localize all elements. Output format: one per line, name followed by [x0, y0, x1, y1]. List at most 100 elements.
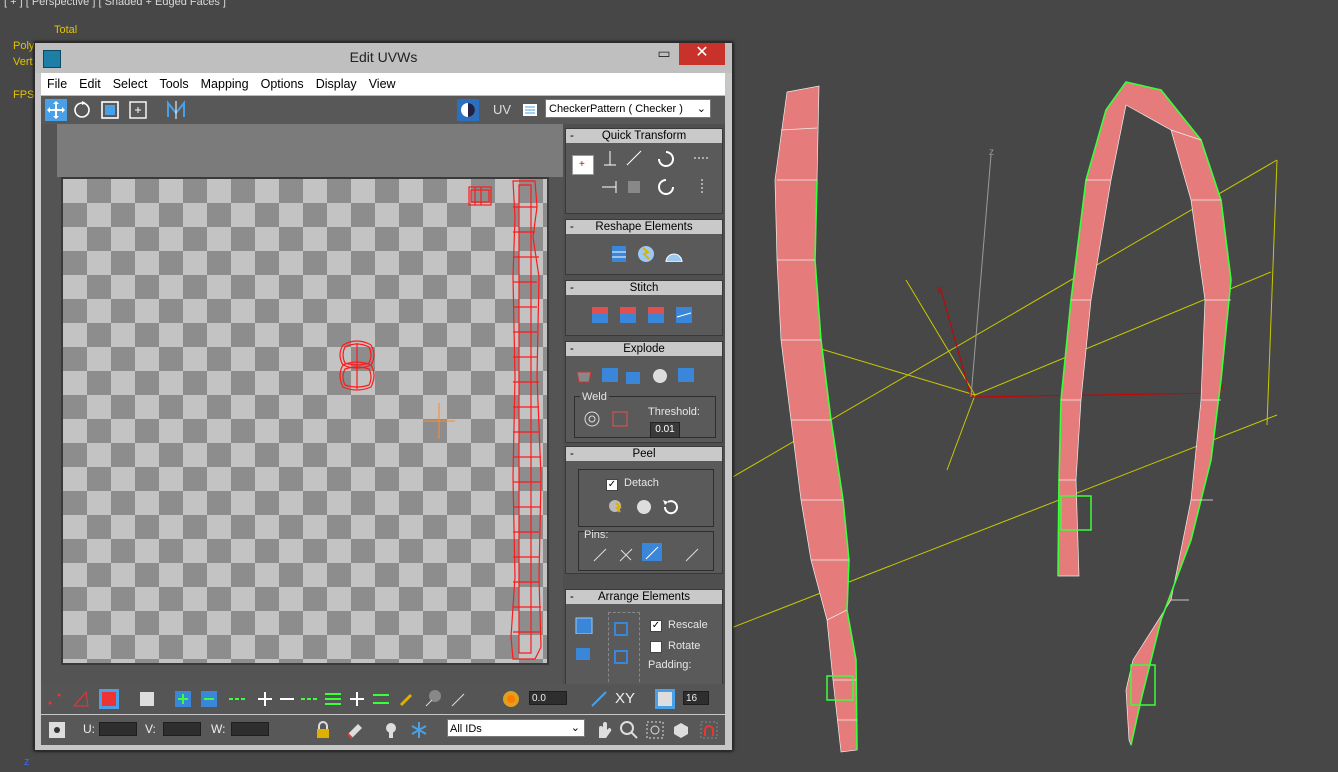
- face-mode-icon[interactable]: [99, 689, 119, 709]
- reshape-elements-header[interactable]: - Reshape Elements: [566, 220, 722, 234]
- viewport-label[interactable]: [ + ] [ Perspective ] [ Shaded + Edged F…: [4, 0, 226, 8]
- menu-mapping[interactable]: Mapping: [195, 73, 255, 95]
- weld-selected-icon[interactable]: [610, 410, 630, 428]
- show-icon[interactable]: [381, 720, 401, 740]
- soft-selection-icon[interactable]: [501, 689, 521, 709]
- grow-selection-icon[interactable]: [173, 689, 193, 709]
- freeze-icon[interactable]: [409, 720, 429, 740]
- material-id-select[interactable]: All IDs ⌄: [447, 719, 585, 737]
- align-vertical-icon[interactable]: [600, 149, 620, 167]
- pack-rescale-icon[interactable]: [612, 648, 632, 666]
- stitch-average-icon[interactable]: [618, 305, 638, 323]
- align-horizontal-icon[interactable]: [600, 177, 620, 195]
- quick-peel-icon[interactable]: [606, 497, 626, 515]
- close-button[interactable]: ✕: [679, 43, 725, 65]
- title-bar[interactable]: Edit UVWs ▭ ✕: [35, 43, 732, 73]
- u-field[interactable]: [99, 722, 137, 736]
- unpin-icon[interactable]: [616, 545, 636, 563]
- space-vertical-icon[interactable]: [692, 177, 712, 195]
- menu-view[interactable]: View: [363, 73, 402, 95]
- select-pins-icon[interactable]: [682, 545, 702, 563]
- freeform-tool[interactable]: [127, 99, 149, 121]
- explode-grid-icon[interactable]: [624, 366, 644, 384]
- shrink-loop-icon[interactable]: [277, 689, 297, 709]
- weld-target-icon[interactable]: [582, 410, 602, 428]
- rotate-90-icon[interactable]: [656, 149, 676, 167]
- sphere-icon[interactable]: [650, 366, 670, 384]
- perspective-viewport[interactable]: x y z: [731, 0, 1338, 772]
- relax-icon[interactable]: [636, 244, 656, 262]
- hide-icon[interactable]: [345, 720, 365, 740]
- straighten-icon[interactable]: [624, 177, 644, 195]
- menu-select[interactable]: Select: [107, 73, 154, 95]
- menu-edit[interactable]: Edit: [73, 73, 107, 95]
- brush-size-icon[interactable]: [423, 689, 443, 709]
- scale-tool[interactable]: [99, 99, 121, 121]
- select-ring-icon[interactable]: [371, 689, 391, 709]
- peel-mode-icon[interactable]: [634, 497, 654, 515]
- explode-islands-icon[interactable]: [676, 366, 696, 384]
- align-diagonal-icon[interactable]: [624, 149, 644, 167]
- set-pivot-button[interactable]: +: [572, 155, 594, 175]
- brush-strength-icon[interactable]: [449, 689, 469, 709]
- w-field[interactable]: [231, 722, 269, 736]
- falloff-spinner[interactable]: 0.0: [529, 691, 567, 705]
- edge-loop-icon[interactable]: [227, 689, 247, 709]
- absolute-mode-icon[interactable]: [47, 720, 67, 740]
- menu-tools[interactable]: Tools: [153, 73, 194, 95]
- quick-transform-header[interactable]: - Quick Transform: [566, 129, 722, 143]
- texture-list-button[interactable]: [519, 99, 541, 121]
- stitch-source-icon[interactable]: [590, 305, 610, 323]
- edit-uvws-window[interactable]: Edit UVWs ▭ ✕ File Edit Select Tools Mapping…: [34, 42, 733, 751]
- element-mode-icon[interactable]: [137, 689, 157, 709]
- pack-custom-icon[interactable]: [612, 620, 632, 638]
- reset-peel-icon[interactable]: [660, 497, 680, 515]
- detach-edge-icon[interactable]: [600, 366, 620, 384]
- stitch-custom-icon[interactable]: [674, 305, 694, 323]
- menu-options[interactable]: Options: [255, 73, 310, 95]
- checker-toggle[interactable]: [457, 99, 479, 121]
- texture-select[interactable]: CheckerPattern ( Checker ) ⌄: [545, 99, 711, 118]
- relax-settings-icon[interactable]: [664, 244, 684, 262]
- edge-mode-icon[interactable]: [71, 689, 91, 709]
- stitch-target-icon[interactable]: [646, 305, 666, 323]
- pack-together-icon[interactable]: [574, 642, 594, 660]
- rotate-tool[interactable]: [71, 99, 93, 121]
- paint-select-icon[interactable]: [347, 689, 367, 709]
- uv-axis-label[interactable]: UV: [493, 102, 511, 117]
- pan-icon[interactable]: [593, 720, 613, 740]
- rotate-checkbox[interactable]: [650, 641, 662, 653]
- menu-display[interactable]: Display: [310, 73, 363, 95]
- limit-selection-icon[interactable]: [655, 689, 675, 709]
- straighten-selection-icon[interactable]: [608, 244, 628, 262]
- vertex-mode-icon[interactable]: [45, 689, 65, 709]
- menu-file[interactable]: File: [41, 73, 73, 95]
- zoom-region-icon[interactable]: [645, 720, 665, 740]
- peel-header[interactable]: - Peel: [566, 447, 722, 461]
- explode-header[interactable]: - Explode: [566, 342, 722, 356]
- xy-label[interactable]: XY: [615, 690, 635, 707]
- zoom-extents-icon[interactable]: [671, 720, 691, 740]
- detach-checkbox[interactable]: ✓: [606, 479, 618, 491]
- grow-loop-icon[interactable]: [255, 689, 275, 709]
- rescale-checkbox[interactable]: ✓: [650, 620, 662, 632]
- rotate-minus-90-icon[interactable]: [656, 177, 676, 195]
- shrink-selection-icon[interactable]: [199, 689, 219, 709]
- stitch-header[interactable]: - Stitch: [566, 281, 722, 295]
- pack-normalize-icon[interactable]: [574, 616, 594, 634]
- lock-icon[interactable]: [313, 720, 333, 740]
- edge-ring-icon[interactable]: [299, 689, 319, 709]
- mirror-tool[interactable]: [165, 99, 187, 121]
- snap-icon[interactable]: [699, 720, 719, 740]
- threshold-spinner[interactable]: 0.01: [650, 422, 680, 438]
- zoom-icon[interactable]: [619, 720, 639, 740]
- space-horizontal-icon[interactable]: [692, 149, 712, 167]
- grow-ring-icon[interactable]: [323, 689, 343, 709]
- brush-icon[interactable]: [397, 689, 417, 709]
- v-field[interactable]: [163, 722, 201, 736]
- uv-islands[interactable]: [61, 177, 549, 665]
- minimize-button[interactable]: ▭: [650, 43, 678, 65]
- pin-icon[interactable]: [590, 545, 610, 563]
- grid-size-spinner[interactable]: 16: [683, 691, 709, 705]
- break-icon[interactable]: [574, 366, 594, 384]
